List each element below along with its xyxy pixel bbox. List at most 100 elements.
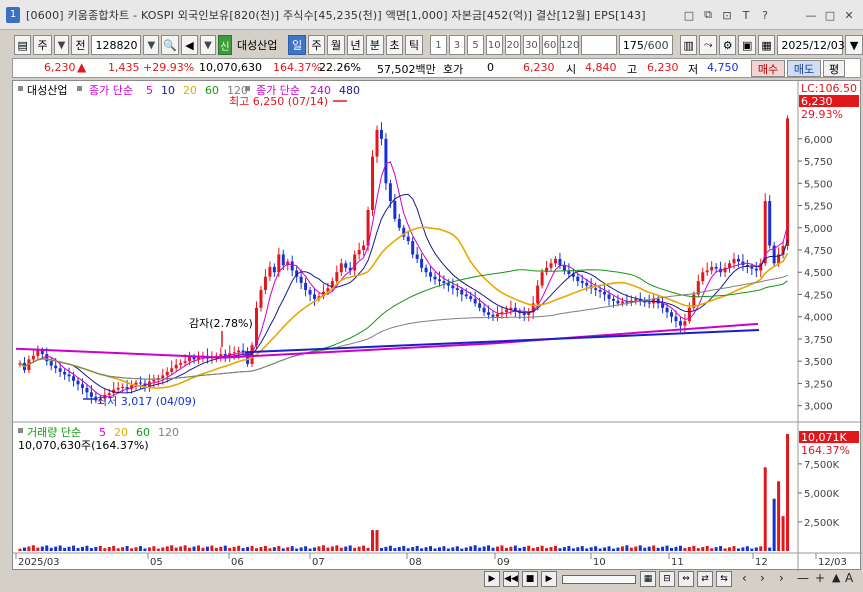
volume-bar xyxy=(205,546,209,551)
interval-minute[interactable]: 분 xyxy=(366,35,384,55)
num-button-60[interactable]: 60 xyxy=(541,35,559,55)
zoom-icon[interactable]: ▥ xyxy=(680,35,698,55)
text-size-icon[interactable]: A xyxy=(845,571,853,585)
count-input[interactable]: 175/600 xyxy=(618,35,673,55)
stock-chart[interactable]: 6,000 5,750 5,500 5,250 5,000 4,750 4,500 4,250… xyxy=(12,80,862,571)
y-tick-label: 6,000 xyxy=(804,135,833,146)
price-change: 1,435 xyxy=(108,61,140,74)
chevron-down-icon[interactable]: ▼ xyxy=(53,35,70,55)
interval-year[interactable]: 년 xyxy=(346,35,365,55)
volume-bar xyxy=(424,547,428,551)
volume-bar xyxy=(246,546,250,551)
search-icon[interactable]: 🔍 xyxy=(161,35,179,55)
split-icon[interactable]: ⊟ xyxy=(659,571,675,587)
scroll-slider[interactable] xyxy=(562,575,636,584)
candle-body xyxy=(263,276,267,291)
step-back-icon[interactable]: ▶ xyxy=(484,571,500,587)
legend-ma-period: 60 xyxy=(205,84,219,97)
balance-button[interactable]: 평 xyxy=(823,60,845,77)
settings-icon[interactable]: ⚙ xyxy=(718,35,737,55)
volume-bar xyxy=(80,546,84,551)
num-button-20[interactable]: 20 xyxy=(504,35,522,55)
shrink-icon[interactable]: ⇄ xyxy=(697,571,713,587)
volume-bar xyxy=(330,546,334,551)
num-button-5[interactable]: 5 xyxy=(467,35,484,55)
num-button-10[interactable]: 10 xyxy=(485,35,503,55)
date-dropdown-icon[interactable]: ▼ xyxy=(845,35,863,55)
candle-body xyxy=(442,281,446,283)
date-input[interactable]: 2025/12/03 xyxy=(777,35,845,55)
indicator-icon[interactable]: ⤳ xyxy=(699,35,717,55)
candle-body xyxy=(674,316,678,322)
compress-icon[interactable]: ⇆ xyxy=(716,571,732,587)
candle-body xyxy=(299,276,303,283)
volume-bar xyxy=(170,545,174,551)
current-price-label: 6,230 xyxy=(801,95,833,108)
candle-body xyxy=(272,266,276,273)
save-icon[interactable]: ▣ xyxy=(738,35,756,55)
candle-body xyxy=(80,384,84,388)
current-vol-pct-label: 164.37% xyxy=(801,444,850,457)
pan-left-icon[interactable]: ‹ xyxy=(742,571,747,585)
candle-body xyxy=(504,309,508,313)
close-icon[interactable]: ✕ xyxy=(841,7,857,23)
volume-bar xyxy=(107,547,111,551)
window-icon-1[interactable]: □ xyxy=(681,7,697,23)
prev-button[interactable]: 전 xyxy=(71,35,90,55)
sell-button[interactable]: 매도 xyxy=(787,60,821,77)
zoom-in-icon[interactable]: + xyxy=(815,571,825,585)
stock-code-input[interactable]: 128820 xyxy=(91,35,142,55)
chart-canvas[interactable]: 6,000 5,750 5,500 5,250 5,000 4,750 4,500 4,250… xyxy=(13,81,862,571)
interval-month[interactable]: 월 xyxy=(327,35,345,55)
candle-body xyxy=(683,321,687,326)
custom-interval-input[interactable] xyxy=(581,35,617,55)
candle-body xyxy=(58,368,62,372)
expand-icon[interactable]: ⇔ xyxy=(678,571,694,587)
volume-bar xyxy=(643,547,647,551)
interval-tick[interactable]: 틱 xyxy=(405,35,423,55)
interval-day[interactable]: 일 xyxy=(288,35,306,55)
speaker-icon[interactable]: ◀ xyxy=(180,35,199,55)
trend-line xyxy=(244,329,760,354)
font-size-icon[interactable]: ▲ xyxy=(832,571,840,584)
rewind-icon[interactable]: ◀◀ xyxy=(503,571,519,587)
chart-menu-icon[interactable]: ▤ xyxy=(14,35,32,55)
num-button-1[interactable]: 1 xyxy=(430,35,447,55)
volume-bar xyxy=(678,545,682,551)
candle-body xyxy=(308,290,312,295)
forward-icon[interactable]: ▶ xyxy=(541,571,557,587)
volume-bar xyxy=(147,547,151,551)
lc-label: LC:106.50 xyxy=(801,82,857,95)
pan-end-icon[interactable]: › xyxy=(779,571,784,585)
interval-week[interactable]: 주 xyxy=(307,35,326,55)
pan-right-icon[interactable]: › xyxy=(760,571,765,585)
candle-body xyxy=(429,272,433,277)
volume-bar xyxy=(750,548,754,551)
calendar-icon[interactable]: ▦ xyxy=(757,35,776,55)
font-icon[interactable]: T xyxy=(738,7,754,23)
maximize-icon[interactable]: □ xyxy=(822,7,838,23)
help-icon[interactable]: ? xyxy=(757,7,773,23)
stop-icon[interactable]: ■ xyxy=(522,571,538,587)
interval-second[interactable]: 초 xyxy=(385,35,404,55)
period-select[interactable]: 주 xyxy=(33,35,52,55)
buy-button[interactable]: 매수 xyxy=(751,60,785,77)
list-chevron-icon[interactable]: ▼ xyxy=(200,35,216,55)
code-dropdown-icon[interactable]: ▼ xyxy=(143,35,160,55)
volume-bar xyxy=(710,548,714,551)
candle-body xyxy=(85,387,89,393)
volume-bar xyxy=(89,548,93,551)
num-button-30[interactable]: 30 xyxy=(523,35,540,55)
minimize-icon[interactable]: — xyxy=(803,7,819,23)
window-icon-3[interactable]: ⊡ xyxy=(719,7,735,23)
candle-body xyxy=(63,371,67,375)
candle-body xyxy=(558,258,562,266)
num-button-120[interactable]: 120 xyxy=(560,35,579,55)
zoom-out-icon[interactable]: — xyxy=(797,571,809,585)
candle-body xyxy=(170,368,174,372)
volume-bar xyxy=(487,545,491,551)
num-button-3[interactable]: 3 xyxy=(448,35,466,55)
grid-icon[interactable]: ▦ xyxy=(640,571,656,587)
volume-bar xyxy=(290,546,294,551)
window-icon-2[interactable]: ⧉ xyxy=(700,7,716,23)
